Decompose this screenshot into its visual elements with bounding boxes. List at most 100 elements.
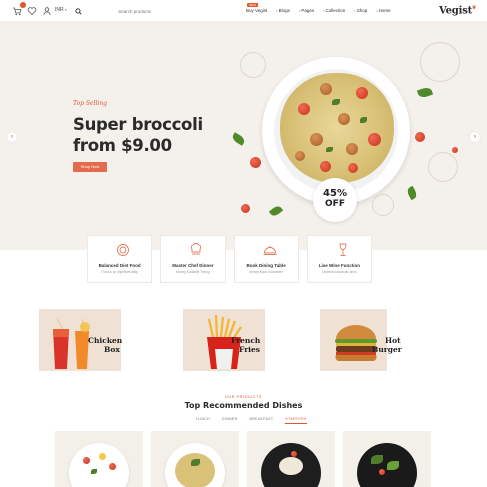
- feature-card: Live Wine Function Unlimited alcoholic d…: [306, 235, 372, 283]
- bullet-icon: •: [354, 8, 356, 13]
- category-banner-french-fries[interactable]: French Fries: [183, 309, 265, 371]
- dish-card[interactable]: [55, 431, 143, 487]
- nav-item-shop[interactable]: • Shop: [354, 8, 367, 13]
- currency-label: INR: [55, 7, 64, 13]
- feature-subtitle: Money Available Timing: [176, 270, 210, 274]
- site-logo[interactable]: Vegist❦: [439, 5, 476, 16]
- nav-item-blogs[interactable]: • Blogs: [276, 8, 290, 13]
- discount-off-label: OFF: [325, 199, 345, 209]
- sketch-decoration: [240, 52, 266, 78]
- tomato-image: [368, 133, 381, 146]
- herb-image: [332, 99, 340, 105]
- category-label-line2: Burger: [372, 345, 402, 354]
- basil-leaf-image: [416, 85, 434, 100]
- slider-prev-arrow[interactable]: ‹: [7, 132, 17, 142]
- bullet-icon: •: [298, 8, 301, 13]
- category-label: Hot Burger: [372, 336, 402, 354]
- dish-card[interactable]: [247, 431, 335, 487]
- category-banner-hot-burger[interactable]: Hot Burger: [320, 309, 402, 371]
- category-label-line1: Chicken: [88, 336, 123, 345]
- meatball-image: [320, 83, 332, 95]
- tab-starters[interactable]: STARTERS: [285, 417, 307, 424]
- pasta-image: [280, 73, 394, 183]
- category-label-line2: Box: [104, 345, 120, 354]
- herb-image: [360, 117, 367, 123]
- tomato-image: [452, 147, 458, 153]
- tomato-image: [109, 463, 116, 470]
- main-nav: NEW Buy Vegist • Blogs • Pages • Collect…: [246, 3, 400, 13]
- food-image: [279, 457, 303, 475]
- tab-breakfast[interactable]: BREAKFAST: [249, 417, 273, 424]
- section-kicker: OUR PRODUCTS: [225, 395, 262, 399]
- dish-tabs: LUNCH DINNER BREAKFAST STARTERS: [196, 417, 307, 424]
- nav-item-pages[interactable]: • Pages: [299, 8, 314, 13]
- meatball-image: [295, 151, 305, 161]
- nav-item-home[interactable]: • Home: [376, 8, 390, 13]
- search-bar: [75, 2, 155, 20]
- features-row: Balanced Diet Food Food is an important …: [87, 235, 372, 283]
- site-header: INR ▾ NEW Buy Vegist • Blogs • Pages • C…: [0, 0, 487, 22]
- chef-hat-icon: [188, 242, 204, 257]
- category-label-line1: Hot: [385, 336, 401, 345]
- hero-title-line2: from $9.00: [73, 136, 172, 155]
- tab-lunch[interactable]: LUNCH: [196, 417, 210, 424]
- feature-subtitle: Food is an important daily: [101, 270, 138, 274]
- search-input[interactable]: [86, 6, 155, 16]
- tab-dinner[interactable]: DINNER: [222, 417, 238, 424]
- nav-item-label: Home: [378, 8, 391, 13]
- tomato-image: [348, 163, 358, 173]
- tomato-image: [291, 451, 297, 457]
- section-title: Top Recommended Dishes: [184, 401, 303, 410]
- bullet-icon: •: [323, 8, 325, 13]
- tomato-image: [250, 157, 261, 168]
- tomato-image: [356, 87, 368, 99]
- discount-percent: 45%: [323, 188, 347, 199]
- tomato-image: [320, 161, 331, 172]
- category-label: French Fries: [231, 336, 260, 354]
- chevron-down-icon: ▾: [65, 8, 67, 12]
- shop-now-button[interactable]: Shop Now: [73, 162, 107, 172]
- nav-item-collection[interactable]: • Collection: [323, 8, 345, 13]
- nav-item-label: Pages: [301, 8, 315, 13]
- pasta-dish-image: [165, 443, 225, 487]
- hero-slider: ‹ › Top Selling Super broccoli from $9.0…: [0, 22, 487, 250]
- nav-item-buy-vegist[interactable]: NEW Buy Vegist: [246, 3, 267, 13]
- basil-leaf-image: [405, 185, 419, 201]
- search-icon[interactable]: [75, 2, 82, 20]
- sketch-decoration: [420, 42, 460, 82]
- discount-badge: 45% OFF: [313, 178, 357, 222]
- tomato-image: [415, 132, 425, 142]
- bullet-icon: •: [276, 8, 278, 13]
- user-icon[interactable]: [41, 5, 53, 17]
- feature-card: Master Chef Dinner Money Available Timin…: [160, 235, 226, 283]
- basil-leaf-image: [268, 204, 284, 218]
- leaf-icon: ❦: [472, 5, 477, 11]
- feature-title: Master Chef Dinner: [172, 263, 214, 268]
- dish-card[interactable]: [151, 431, 239, 487]
- feature-title: Book Dining Table: [246, 263, 286, 268]
- nav-item-label: Collection: [325, 8, 346, 13]
- herb-image: [387, 461, 399, 470]
- dish-card[interactable]: [343, 431, 431, 487]
- slider-next-arrow[interactable]: ›: [470, 132, 480, 142]
- cloche-icon: [262, 243, 278, 257]
- cart-icon[interactable]: [11, 2, 26, 17]
- category-label-line1: French: [231, 336, 261, 345]
- nav-item-label: Blogs: [278, 8, 290, 13]
- cheese-image: [99, 453, 106, 460]
- tomato-image: [379, 469, 385, 475]
- herb-image: [371, 455, 383, 464]
- meatball-image: [338, 113, 350, 125]
- logo-text: Vegist: [439, 5, 473, 17]
- herb-image: [191, 459, 200, 466]
- feature-title: Live Wine Function: [318, 263, 360, 268]
- feature-card: Book Dining Table Money Book Guarantee: [233, 235, 299, 283]
- wishlist-icon[interactable]: [26, 5, 38, 17]
- category-banner-chicken-box[interactable]: Chicken Box: [39, 309, 123, 371]
- herb-image: [326, 147, 333, 152]
- dark-plate-dish-image: [261, 443, 321, 487]
- bullet-icon: •: [376, 8, 378, 13]
- currency-selector[interactable]: INR ▾: [55, 7, 67, 13]
- herb-image: [91, 469, 97, 474]
- chevron-right-icon: ›: [474, 134, 476, 140]
